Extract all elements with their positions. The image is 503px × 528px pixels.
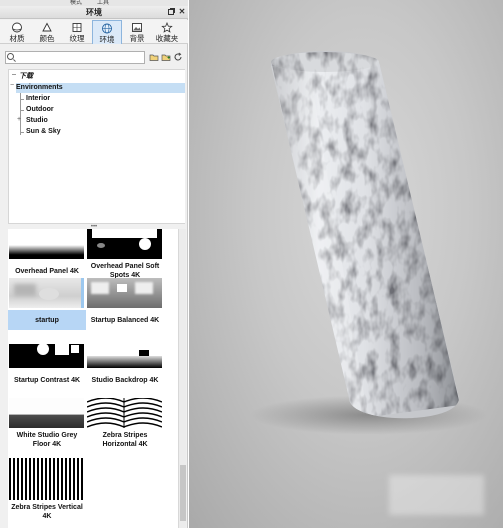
thumbnail-item[interactable]: Startup Balanced 4K	[86, 278, 164, 344]
thumbnail-image	[9, 398, 84, 428]
background-image-icon	[132, 23, 142, 32]
thumbnail-label: Zebra Stripes Horizontal 4K	[102, 432, 148, 448]
thumbnail-item[interactable]: Zebra Stripes Horizontal 4K	[86, 398, 164, 464]
thumbnail-image	[9, 458, 84, 500]
search-icon	[7, 53, 14, 60]
thumbnail-image	[87, 398, 162, 428]
thumbnail-item[interactable]: White Studio Grey Floor 4K	[8, 398, 86, 464]
refresh-icon[interactable]	[173, 52, 183, 62]
thumbnail-label: Startup Contrast 4K	[13, 376, 81, 384]
thumbnail-label: Studio Backdrop 4K	[91, 376, 159, 384]
tree-node-sun-sky[interactable]: Sun & Sky	[26, 127, 185, 137]
color-drop-icon	[42, 22, 52, 32]
open-folder-icon[interactable]	[149, 52, 159, 62]
environment-panel: 模式 工具 环境 ✕ 材质 颜色 纹理 环境 背景 收藏夹 下载 − Envir…	[0, 0, 188, 528]
app-window: 模式 工具 环境 ✕ 材质 颜色 纹理 环境 背景 收藏夹 下载 − Envir…	[0, 0, 503, 528]
star-icon	[161, 22, 173, 33]
thumbnail-image	[87, 229, 162, 259]
thumbnail-image	[9, 229, 84, 259]
zebra-horizontal-pattern	[87, 398, 162, 428]
tree-node-downloads[interactable]: 下载	[19, 72, 185, 82]
thumbnail-image	[9, 278, 84, 308]
tab-environments[interactable]: 环境	[92, 20, 122, 44]
close-icon[interactable]: ✕	[177, 7, 187, 17]
tree-node-environments[interactable]: Environments	[16, 83, 185, 93]
add-folder-icon[interactable]	[161, 52, 171, 62]
thumbnail-item[interactable]: startup	[8, 278, 86, 344]
panel-tabs: 材质 颜色 纹理 环境 背景 收藏夹	[0, 20, 188, 44]
thumbnail-item[interactable]: Studio Backdrop 4K	[86, 338, 164, 404]
tab-colors[interactable]: 颜色	[32, 20, 62, 44]
thumbnail-image	[87, 338, 162, 368]
tab-label: 背景	[129, 34, 145, 43]
collapse-icon[interactable]: −	[10, 82, 14, 89]
search-row	[0, 51, 188, 65]
tab-label: 收藏夹	[155, 34, 179, 43]
tab-materials[interactable]: 材质	[2, 20, 32, 44]
expand-icon[interactable]: +	[17, 116, 21, 123]
panel-title: 环境	[86, 8, 102, 17]
scrollbar-thumb[interactable]	[180, 465, 186, 521]
panel-titlebar: 环境 ✕	[0, 6, 188, 19]
tab-label: 纹理	[69, 34, 85, 43]
tab-backgrounds[interactable]: 背景	[122, 20, 152, 44]
thumbnail-item[interactable]: Zebra Stripes Vertical 4K	[8, 458, 86, 524]
restore-window-icon[interactable]	[166, 7, 176, 17]
thumbnail-scrollbar[interactable]	[178, 229, 186, 528]
watermark	[389, 475, 484, 515]
globe-icon	[102, 23, 112, 34]
sphere-icon	[12, 22, 22, 33]
tab-favorites[interactable]: 收藏夹	[152, 20, 182, 44]
tab-label: 环境	[99, 35, 115, 44]
tree-node-outdoor[interactable]: Outdoor	[26, 105, 185, 115]
tree-node-studio[interactable]: Studio	[26, 116, 185, 126]
thumbnail-image	[9, 338, 84, 368]
thumbnail-item[interactable]: Startup Contrast 4K	[8, 338, 86, 404]
thumbnail-label: Zebra Stripes Vertical 4K	[11, 504, 83, 520]
search-input[interactable]	[5, 51, 145, 64]
environment-thumbnails: Overhead Panel 4K Overhead Panel Soft Sp…	[8, 229, 178, 528]
tree-node-interior[interactable]: Interior	[26, 94, 185, 104]
thumbnail-label: startup	[8, 310, 86, 330]
tab-textures[interactable]: 纹理	[62, 20, 92, 44]
tab-label: 材质	[9, 34, 25, 43]
foil-cylinder[interactable]	[189, 0, 503, 528]
environment-tree: 下载 − Environments Interior Outdoor + Stu…	[8, 69, 185, 224]
tab-label: 颜色	[39, 34, 55, 43]
thumbnail-image	[87, 278, 162, 308]
thumbnail-label: White Studio Grey Floor 4K	[16, 432, 78, 448]
texture-icon	[72, 23, 82, 32]
thumbnail-label: Startup Balanced 4K	[90, 316, 160, 324]
render-viewport[interactable]	[189, 0, 503, 528]
